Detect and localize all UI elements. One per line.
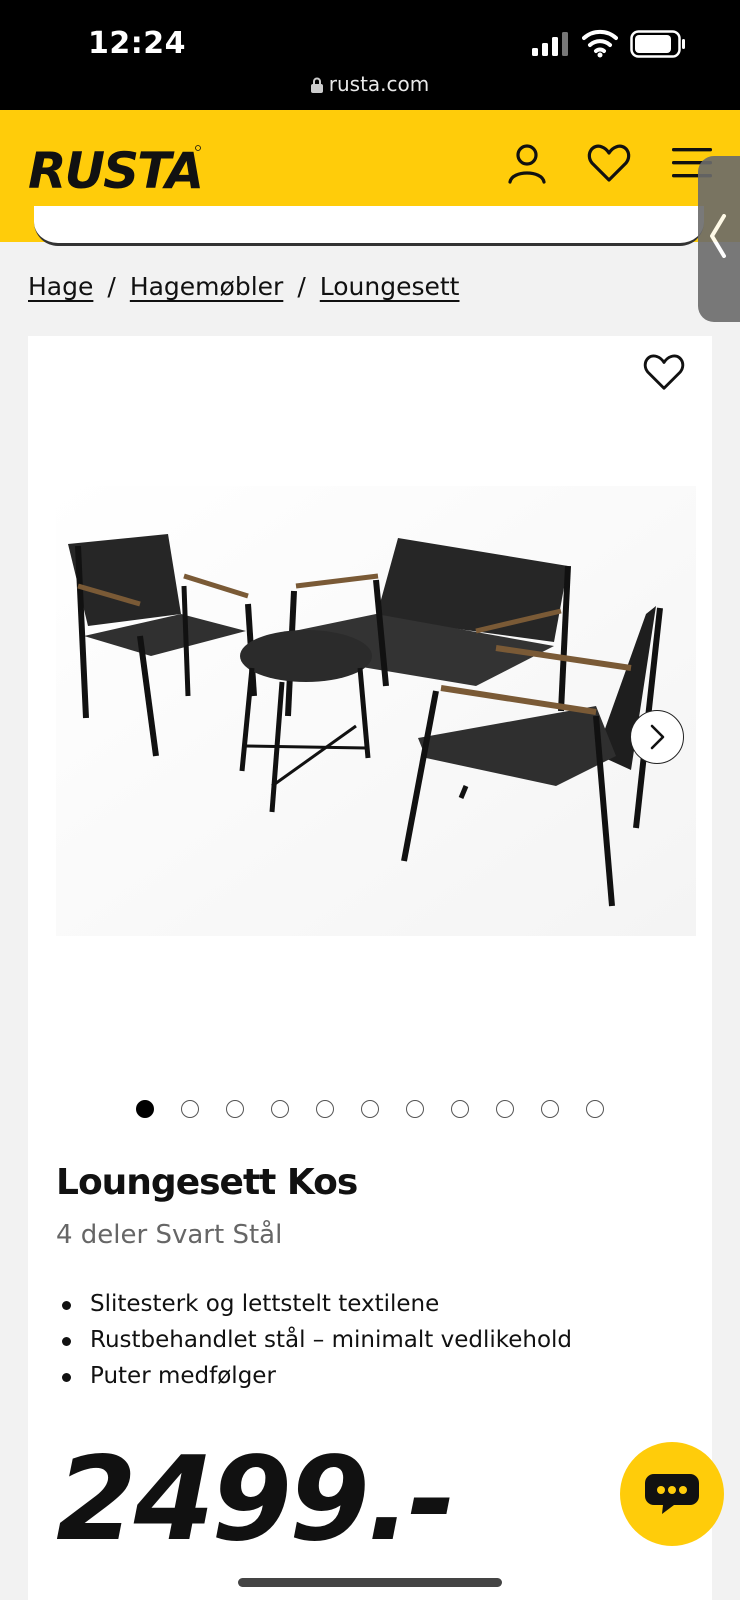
address-bar[interactable]: rusta.com bbox=[0, 72, 740, 96]
breadcrumb-separator: / bbox=[297, 272, 306, 301]
product-subtitle: 4 deler Svart Stål bbox=[56, 1220, 283, 1250]
product-price: 2499.- bbox=[56, 1432, 456, 1567]
url-text: rusta.com bbox=[328, 72, 430, 96]
svg-text:RUSTA: RUSTA bbox=[28, 142, 202, 198]
breadcrumb-hagemobler[interactable]: Hagemøbler bbox=[130, 272, 284, 301]
battery-icon bbox=[630, 30, 685, 58]
product-title: Loungesett Kos bbox=[56, 1162, 358, 1203]
gallery-dot[interactable] bbox=[226, 1100, 244, 1118]
gallery-dot[interactable] bbox=[181, 1100, 199, 1118]
feature-item: Puter medfølger bbox=[62, 1358, 572, 1394]
status-bar: 12:24 rusta.com bbox=[0, 0, 740, 110]
site-header: RUSTA bbox=[0, 110, 740, 246]
feature-list: Slitesterk og lettstelt textilene Rustbe… bbox=[62, 1286, 572, 1394]
heart-icon[interactable] bbox=[586, 140, 632, 186]
user-icon[interactable] bbox=[504, 140, 550, 186]
gallery-dot[interactable] bbox=[451, 1100, 469, 1118]
breadcrumb-hage[interactable]: Hage bbox=[28, 272, 93, 301]
clock: 12:24 bbox=[88, 26, 186, 61]
chat-button[interactable] bbox=[620, 1442, 724, 1546]
gallery-dot[interactable] bbox=[271, 1100, 289, 1118]
lock-icon bbox=[310, 77, 323, 93]
gallery-dot[interactable] bbox=[406, 1100, 424, 1118]
chevron-left-icon bbox=[710, 214, 726, 258]
gallery-dot[interactable] bbox=[541, 1100, 559, 1118]
gallery-dot[interactable] bbox=[136, 1100, 154, 1118]
breadcrumb: Hage / Hagemøbler / Loungesett bbox=[28, 272, 459, 301]
product-image[interactable] bbox=[56, 486, 696, 936]
gallery-dot[interactable] bbox=[586, 1100, 604, 1118]
gallery-dot[interactable] bbox=[316, 1100, 334, 1118]
product-card: Loungesett Kos 4 deler Svart Stål Slites… bbox=[28, 336, 712, 1600]
favorite-heart-icon[interactable] bbox=[642, 350, 686, 394]
breadcrumb-loungesett[interactable]: Loungesett bbox=[320, 272, 460, 301]
gallery-dot[interactable] bbox=[361, 1100, 379, 1118]
cellular-signal-icon bbox=[532, 32, 568, 56]
breadcrumb-separator: / bbox=[107, 272, 116, 301]
side-drawer-tab[interactable] bbox=[698, 156, 740, 322]
search-bar-edge[interactable] bbox=[34, 206, 704, 246]
home-indicator bbox=[238, 1578, 502, 1587]
gallery-pagination bbox=[136, 1100, 604, 1120]
gallery-dot[interactable] bbox=[496, 1100, 514, 1118]
feature-item: Rustbehandlet stål – minimalt vedlikehol… bbox=[62, 1322, 572, 1358]
gallery-next-button[interactable] bbox=[630, 710, 684, 764]
wifi-icon bbox=[582, 29, 618, 58]
feature-item: Slitesterk og lettstelt textilene bbox=[62, 1286, 572, 1322]
rusta-logo[interactable]: RUSTA bbox=[26, 136, 206, 198]
chevron-right-icon bbox=[650, 724, 665, 750]
chat-bubble-icon bbox=[645, 1474, 699, 1514]
